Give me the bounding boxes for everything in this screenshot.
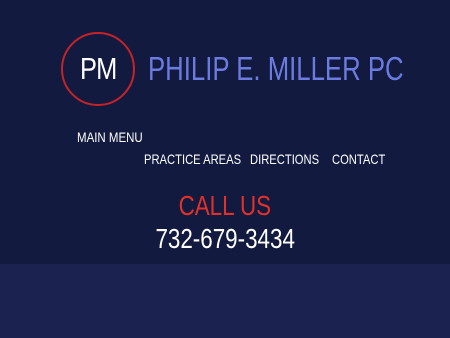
nav-item-directions[interactable]: DIRECTIONS [250,151,319,167]
logo[interactable]: PM [61,32,135,106]
logo-initials: PM [79,51,117,86]
main-menu-toggle[interactable]: MAIN MENU [77,129,143,145]
firm-name[interactable]: PHILIP E. MILLER PC [148,50,404,88]
site-header: PM PHILIP E. MILLER PC MAIN MENU PRACTIC… [0,0,450,264]
nav-item-contact[interactable]: CONTACT [332,151,385,167]
call-us-heading: CALL US [0,190,450,222]
nav-item-practice-areas[interactable]: PRACTICE AREAS [144,151,241,167]
phone-number: 732-679-3434 [0,222,450,256]
content-band [0,264,450,338]
phone-link[interactable]: 732-679-3434 [155,222,295,256]
call-us-label: CALL US [178,190,272,221]
main-nav: PRACTICE AREAS DIRECTIONS CONTACT [0,151,450,169]
